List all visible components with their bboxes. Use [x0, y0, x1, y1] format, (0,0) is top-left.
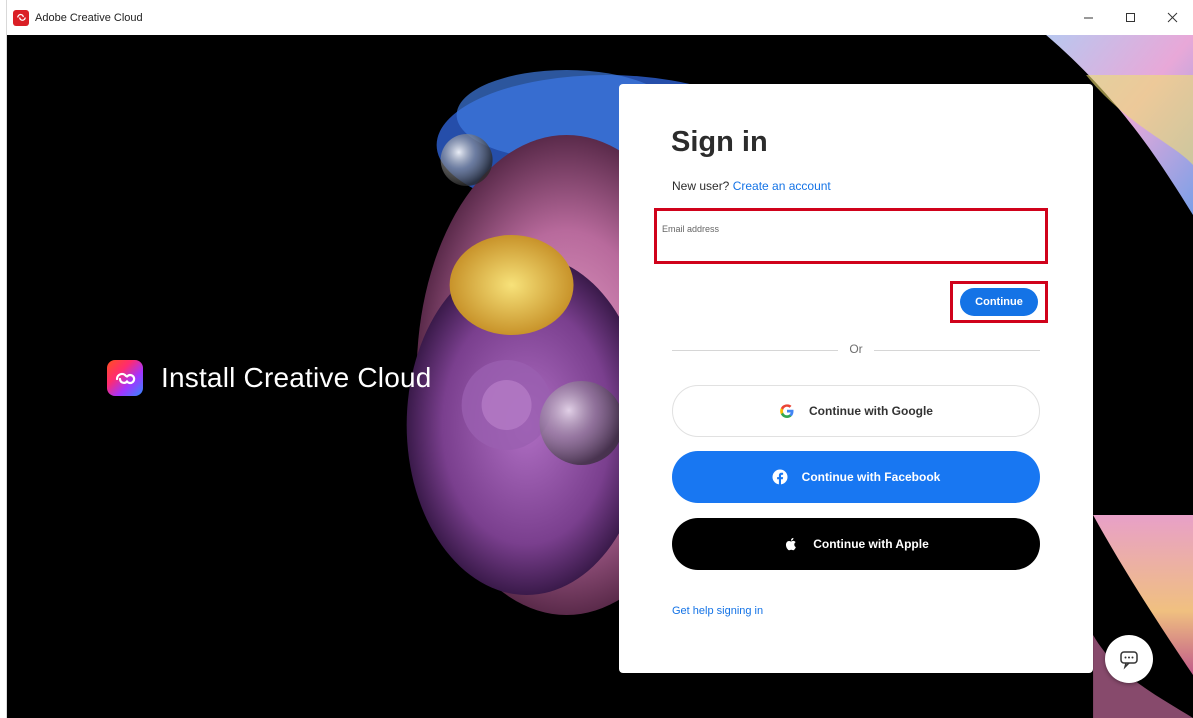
email-input[interactable]	[657, 211, 1045, 261]
new-user-line: New user? Create an account	[672, 179, 831, 193]
creative-cloud-logo-icon	[107, 360, 143, 396]
chat-button[interactable]	[1105, 635, 1153, 683]
apple-button-label: Continue with Apple	[813, 537, 929, 551]
new-user-label: New user?	[672, 179, 730, 193]
minimize-icon[interactable]	[1067, 0, 1109, 35]
continue-with-facebook-button[interactable]: Continue with Facebook	[672, 451, 1040, 503]
help-signing-in-link[interactable]: Get help signing in	[672, 605, 763, 617]
content-area: Install Creative Cloud Sign in New user?…	[7, 35, 1193, 718]
email-field-highlight	[654, 208, 1048, 264]
facebook-button-label: Continue with Facebook	[801, 470, 941, 484]
divider-line-right	[874, 350, 1040, 351]
close-icon[interactable]	[1151, 0, 1193, 35]
install-heading: Install Creative Cloud	[161, 362, 432, 393]
google-button-label: Continue with Google	[809, 404, 933, 418]
or-divider: Or	[672, 340, 1040, 360]
or-label: Or	[849, 342, 863, 356]
signin-card: Sign in New user? Create an account Cont…	[619, 84, 1093, 673]
title-bar: Adobe Creative Cloud	[7, 0, 1193, 35]
apple-icon	[783, 536, 799, 552]
window-controls	[1067, 0, 1193, 35]
google-icon	[779, 403, 795, 419]
facebook-icon	[772, 469, 788, 485]
signin-title: Sign in	[671, 126, 768, 158]
continue-button[interactable]: Continue	[960, 288, 1038, 316]
continue-highlight: Continue	[950, 281, 1048, 323]
continue-with-apple-button[interactable]: Continue with Apple	[672, 518, 1040, 570]
install-brand: Install Creative Cloud	[107, 360, 432, 396]
window-title: Adobe Creative Cloud	[35, 11, 143, 24]
adobe-cc-app-icon	[13, 9, 29, 26]
chat-icon	[1120, 651, 1138, 670]
create-account-link[interactable]: Create an account	[733, 179, 831, 193]
maximize-icon[interactable]	[1109, 0, 1151, 35]
app-window: Adobe Creative Cloud Install Creative Cl…	[6, 0, 1193, 718]
continue-with-google-button[interactable]: Continue with Google	[672, 385, 1040, 437]
